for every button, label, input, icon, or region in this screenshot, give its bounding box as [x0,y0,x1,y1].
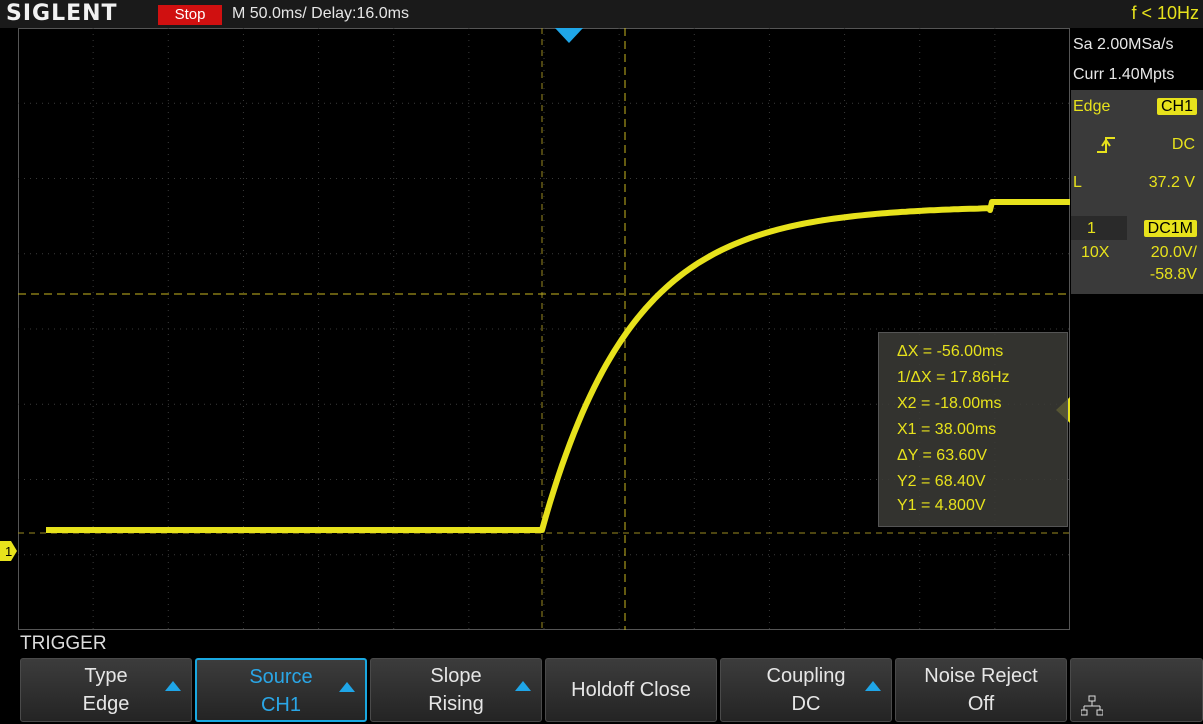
trigger-position-marker[interactable] [555,28,583,44]
trigger-info-box[interactable]: Edge CH1 DC L 37.2 V [1071,90,1203,234]
sample-rate: Sa 2.00MSa/s [1073,36,1174,53]
softkey-type[interactable]: Type Edge [20,658,192,722]
softkey-coupling-value: DC [791,693,821,715]
channel-coupling-badge: DC1M [1143,220,1197,237]
probe-ratio: 10X [1081,244,1110,261]
waveform-display [18,28,1070,630]
frequency-counter: f < 10Hz [1131,3,1199,23]
up-arrow-icon [339,682,355,692]
softkey-source[interactable]: Source CH1 [195,658,367,722]
cursor-x1: X1 = 38.00ms [897,421,997,438]
trigger-source-badge: CH1 [1156,98,1197,115]
softkey-noise-reject[interactable]: Noise Reject Off [895,658,1067,722]
softkey-holdoff-label: Holdoff Close [571,679,691,701]
up-arrow-icon [165,681,181,691]
cursor-measurement-box: ΔX = -56.00ms 1/ΔX = 17.86Hz X2 = -18.00… [878,332,1068,527]
side-info-panel: Sa 2.00MSa/s Curr 1.40Mpts Edge CH1 DC L… [1071,28,1203,295]
cursor-x2: X2 = -18.00ms [897,395,1002,412]
softkey-noise-reject-value: Off [967,693,995,715]
trigger-type: Edge [1073,98,1111,115]
up-arrow-icon [515,681,531,691]
inverse-delta-x: 1/ΔX = 17.86Hz [897,369,1010,386]
trigger-level-label: L [1073,174,1082,191]
timebase-readout: M 50.0ms/ Delay:16.0ms [232,5,409,22]
network-icon [1081,695,1103,716]
softkey-coupling[interactable]: Coupling DC [720,658,892,722]
softkey-type-value: Edge [82,693,130,715]
channel-1-info-box[interactable]: 1 DC1M 10X 20.0V/ -58.8V [1071,216,1203,294]
vertical-offset: -58.8V [1149,266,1197,283]
rising-edge-icon [1097,137,1115,153]
softkey-slope[interactable]: Slope Rising [370,658,542,722]
cursor-y1: Y1 = 4.800V [897,497,986,514]
cursor-y2: Y2 = 68.40V [897,473,986,490]
softkey-network[interactable] [1070,658,1203,722]
memory-depth: Curr 1.40Mpts [1073,66,1175,83]
softkey-noise-reject-label: Noise Reject [924,665,1038,687]
trigger-level: 37.2 V [1148,174,1195,191]
delta-y: ΔY = 63.60V [897,447,988,464]
trigger-coupling: DC [1171,136,1195,153]
delta-x: ΔX = -56.00ms [897,343,1004,360]
brand-logo: SIGLENT [6,1,118,26]
run-stop-status[interactable]: Stop [158,5,222,25]
softkey-source-value: CH1 [260,694,301,716]
vertical-scale: 20.0V/ [1150,244,1197,261]
channel-number: 1 [1087,220,1096,237]
softkey-holdoff[interactable]: Holdoff Close [545,658,717,722]
channel-1-marker-label: 1 [5,544,12,559]
menu-title: TRIGGER [20,633,107,654]
channel-1-marker[interactable]: 1 [0,540,18,562]
top-status-bar: SIGLENT Stop M 50.0ms/ Delay:16.0ms f < … [0,0,1203,28]
softkey-slope-value: Rising [428,693,484,715]
waveform-grid [18,28,1070,630]
softkey-menu-bar: Type Edge Source CH1 Slope Rising Holdof… [0,656,1203,724]
up-arrow-icon [865,681,881,691]
